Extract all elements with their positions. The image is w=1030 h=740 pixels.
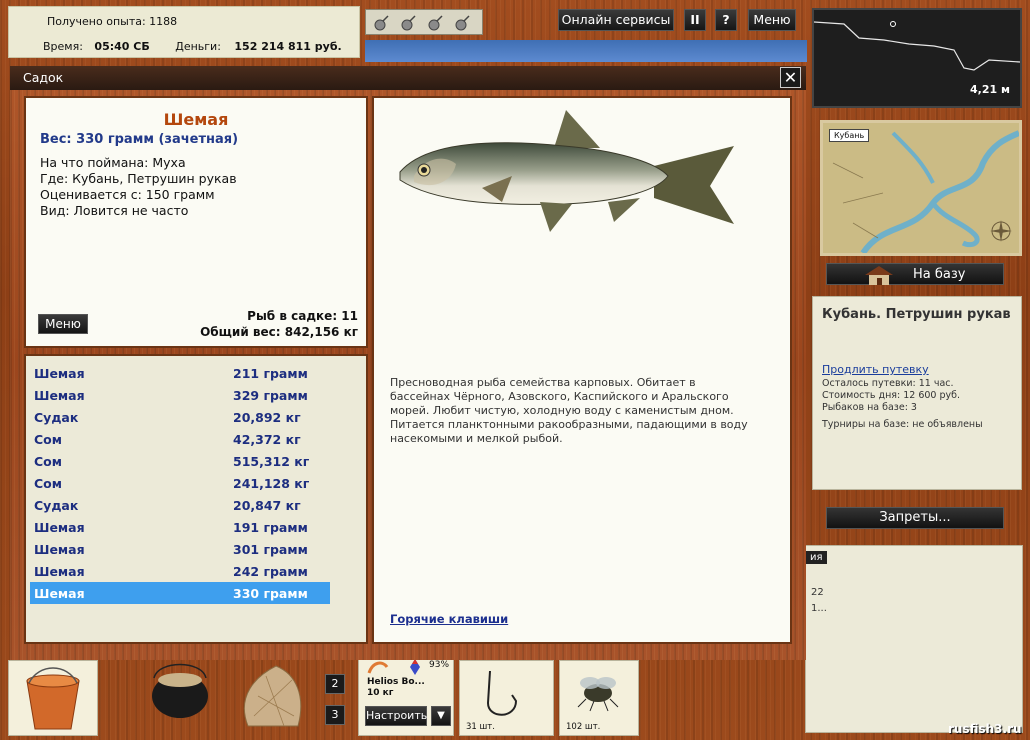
rod-weight: 10 кг	[367, 688, 394, 698]
location-title: Кубань. Петрушин рукав	[822, 307, 1011, 322]
remaining-time: Осталось путевки: 11 час.	[822, 378, 954, 389]
water-view	[365, 40, 807, 62]
slot-2-button[interactable]: 2	[325, 674, 345, 694]
list-item[interactable]: Сом 515,312 кг	[30, 450, 330, 472]
fish-illustration	[399, 110, 734, 232]
configure-dropdown-button[interactable]: ▼	[431, 706, 451, 726]
bucket-icon	[26, 667, 80, 730]
list-item[interactable]: Шемая 242 грамм	[30, 560, 330, 582]
money-value: 152 214 811 руб.	[234, 40, 342, 53]
map-location-label: Кубань	[829, 129, 870, 142]
pause-button[interactable]: II	[684, 9, 706, 31]
rod-percent: 93%	[429, 660, 450, 670]
caught-on: На что поймана: Муха	[40, 155, 186, 170]
depth-profile: 4,21 м	[812, 8, 1022, 108]
time-money-row: Время: 05:40 СБ Деньги: 152 214 811 руб.	[43, 40, 342, 53]
right-value-2: 1...	[811, 603, 827, 614]
time-value: 05:40 СБ	[94, 40, 150, 53]
spinner-icon[interactable]	[453, 14, 471, 32]
fly-icon	[577, 677, 619, 712]
list-item[interactable]: Шемая 329 грамм	[30, 384, 330, 406]
to-base-label: На базу	[913, 267, 966, 282]
list-item[interactable]: Судак 20,892 кг	[30, 406, 330, 428]
fish-count: Рыб в садке: 11	[247, 309, 358, 323]
right-value-1: 22	[811, 587, 824, 598]
close-button[interactable]: ✕	[780, 67, 801, 88]
fish-kind: Вид: Ловится не часто	[40, 203, 189, 218]
catch-list[interactable]: Шемая 211 грамм Шемая 329 грамм Судак 20,89…	[24, 354, 368, 644]
house-icon	[865, 266, 893, 285]
fishers-count: Рыбаков на базе: 3	[822, 402, 917, 413]
list-item[interactable]: Шемая 191 грамм	[30, 516, 330, 538]
base-info-panel: Кубань. Петрушин рукав Продлить путевку …	[812, 296, 1022, 490]
float-marker-icon	[890, 21, 896, 27]
menu-button[interactable]: Меню	[748, 9, 796, 31]
list-item[interactable]: Шемая 211 грамм	[30, 362, 330, 384]
list-item[interactable]: Сом 241,128 кг	[30, 472, 330, 494]
keepnet-dialog: Садок ✕ Шемая Вес: 330 грамм (зачетная) …	[10, 66, 806, 660]
online-services-button[interactable]: Онлайн сервисы	[558, 9, 674, 31]
extend-permit-link[interactable]: Продлить путевку	[822, 363, 929, 376]
list-item-selected[interactable]: Шемая 330 грамм	[30, 582, 330, 604]
right-lower-panel: ия 22 1...	[805, 545, 1023, 733]
map-graphic	[823, 123, 1021, 255]
day-cost: Стоимость дня: 12 600 руб.	[822, 390, 961, 401]
site-credit: rusfish3.ru	[948, 722, 1022, 736]
dialog-header: Садок ✕	[10, 66, 806, 90]
tournaments-info: Турниры на базе: не объявлены	[822, 419, 983, 430]
fish-info-panel: Шемая Вес: 330 грамм (зачетная) На что п…	[24, 96, 368, 348]
total-weight: Общий вес: 842,156 кг	[200, 325, 358, 339]
spinner-icon[interactable]	[372, 14, 390, 32]
help-button[interactable]: ?	[715, 9, 737, 31]
float-icon	[410, 659, 420, 675]
hook-slot[interactable]: 31 шт.	[459, 660, 554, 736]
list-item[interactable]: Судак 20,847 кг	[30, 494, 330, 516]
fish-name: Шемая	[163, 110, 229, 129]
money-label: Деньги:	[175, 40, 221, 53]
fly-slot[interactable]: 102 шт.	[559, 660, 639, 736]
spinner-icon[interactable]	[426, 14, 444, 32]
lure-icon	[367, 661, 389, 674]
mini-map[interactable]: Кубань	[820, 120, 1022, 256]
to-base-button[interactable]: На базу	[826, 263, 1004, 285]
experience-text: Получено опыта: 1188	[47, 15, 178, 28]
rod-name: Helios Bo...	[367, 677, 425, 687]
list-item[interactable]: Сом 42,372 кг	[30, 428, 330, 450]
hud-panel: Получено опыта: 1188 Время: 05:40 СБ Ден…	[8, 6, 360, 58]
fish-description-panel: Пресноводная рыба семейства карповых. Об…	[372, 96, 792, 644]
cauldron-icon[interactable]	[148, 660, 212, 722]
configure-button[interactable]: Настроить	[365, 706, 427, 726]
rated-from: Оценивается с: 150 грамм	[40, 187, 215, 202]
slot-3-button[interactable]: 3	[325, 705, 345, 725]
tab-fragment[interactable]: ия	[806, 551, 827, 564]
fish-weight: Вес: 330 грамм (зачетная)	[40, 132, 239, 147]
rod-slot[interactable]: 93% Helios Bo... 10 кг Настроить ▼	[358, 658, 454, 736]
time-label: Время:	[43, 40, 83, 53]
spinner-slots	[365, 9, 483, 35]
bucket-slot[interactable]	[8, 660, 98, 736]
hotkeys-link[interactable]: Горячие клавиши	[390, 612, 508, 626]
depth-value: 4,21 м	[970, 83, 1010, 96]
hook-icon	[486, 670, 518, 716]
bans-button[interactable]: Запреты...	[826, 507, 1004, 529]
dialog-title: Садок	[23, 70, 64, 85]
fish-menu-button[interactable]: Меню	[38, 314, 88, 334]
spinner-icon[interactable]	[399, 14, 417, 32]
catch-location: Где: Кубань, Петрушин рукав	[40, 171, 237, 186]
list-item[interactable]: Шемая 301 грамм	[30, 538, 330, 560]
net-sack-icon[interactable]	[236, 656, 310, 736]
fish-description: Пресноводная рыба семейства карповых. Об…	[390, 376, 748, 445]
hook-count: 31 шт.	[466, 722, 495, 732]
fly-count: 102 шт.	[566, 722, 601, 732]
